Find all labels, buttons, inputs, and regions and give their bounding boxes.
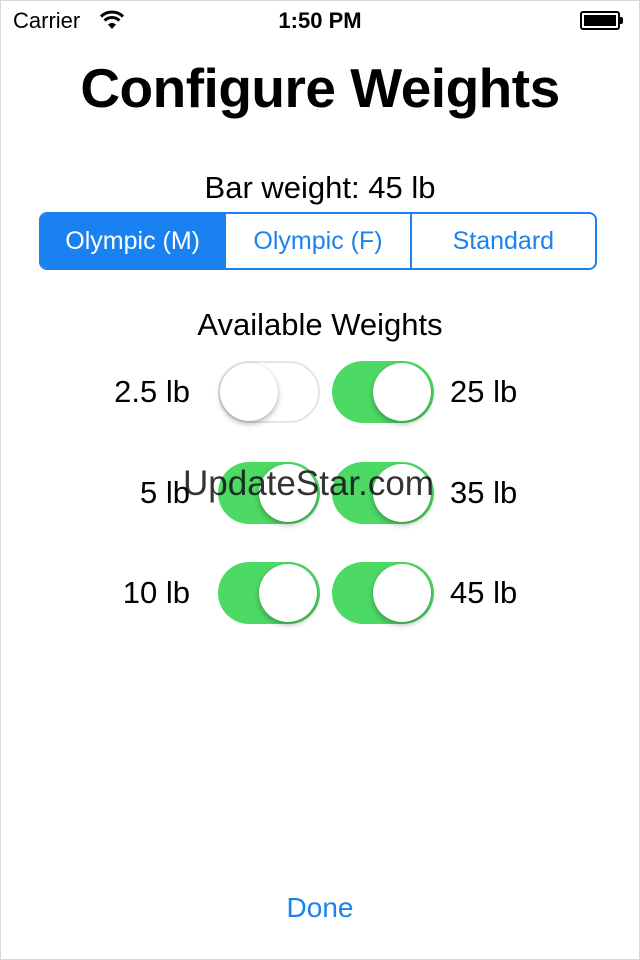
weight-label-5: 5 lb: [140, 475, 190, 510]
toggle-2-5-lb[interactable]: [218, 361, 320, 423]
toggle-knob: [373, 564, 431, 622]
weight-label-25: 25 lb: [450, 374, 518, 409]
status-bar: Carrier 1:50 PM: [0, 0, 640, 40]
toggle-45-lb[interactable]: [332, 562, 434, 624]
watermark: UpdateStar.com: [183, 464, 434, 503]
segment-olympic-m[interactable]: Olympic (M): [41, 214, 225, 268]
weight-label-45: 45 lb: [450, 575, 518, 610]
weight-label-2-5: 2.5 lb: [114, 374, 190, 409]
clock: 1:50 PM: [278, 8, 362, 33]
toggle-knob: [259, 564, 317, 622]
toggle-10-lb[interactable]: [218, 562, 320, 624]
segment-olympic-f[interactable]: Olympic (F): [224, 214, 409, 268]
bar-weight-label: Bar weight: 45 lb: [204, 170, 436, 205]
toggle-25-lb[interactable]: [332, 361, 434, 423]
page-title: Configure Weights: [80, 57, 560, 119]
battery-icon: [580, 11, 624, 30]
weight-label-35: 35 lb: [450, 475, 518, 510]
done-button[interactable]: Done: [0, 892, 640, 924]
segment-standard[interactable]: Standard: [409, 214, 595, 268]
toggle-knob: [220, 363, 278, 421]
toggle-knob: [373, 363, 431, 421]
available-weights-heading: Available Weights: [197, 307, 443, 342]
weight-label-10: 10 lb: [122, 575, 190, 610]
bar-type-segmented-control: Olympic (M) Olympic (F) Standard: [39, 212, 597, 270]
